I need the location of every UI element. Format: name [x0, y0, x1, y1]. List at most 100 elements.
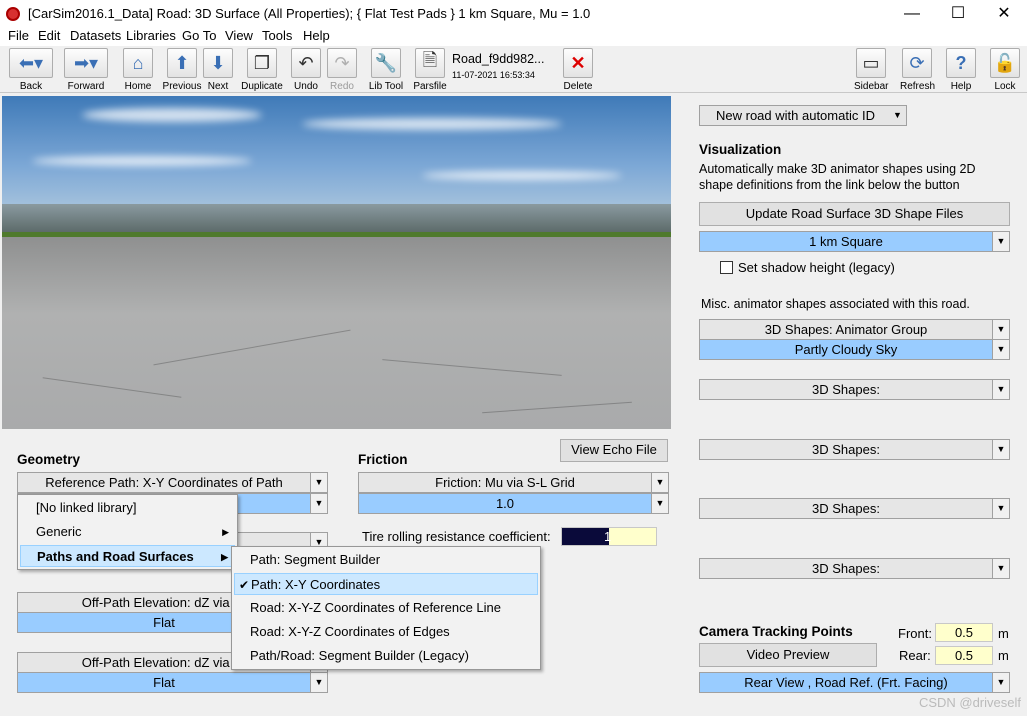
help-button[interactable]: ? Help	[944, 48, 978, 92]
misc-shapes-label: Misc. animator shapes associated with th…	[701, 297, 970, 311]
sidebar-icon: ▭	[856, 48, 886, 78]
library-context-menu: [No linked library] Generic ▶ Paths and R…	[17, 494, 238, 570]
paths-submenu: Path: Segment Builder ✔ Path: X-Y Coordin…	[231, 546, 541, 670]
chevron-down-icon: ▼	[310, 473, 327, 492]
friction-select[interactable]: Friction: Mu via S-L Grid ▼	[358, 472, 669, 493]
menu-file[interactable]: File	[8, 28, 29, 43]
lib-tool-button[interactable]: 🔧 Lib Tool	[366, 48, 406, 92]
submenu-item-xyz-reference-line[interactable]: Road: X-Y-Z Coordinates of Reference Lin…	[234, 597, 538, 619]
chevron-down-icon: ▼	[992, 380, 1009, 399]
undo-button[interactable]: ↶ Undo	[290, 48, 322, 92]
submenu-item-segment-builder-legacy[interactable]: Path/Road: Segment Builder (Legacy)	[234, 645, 538, 667]
menu-item-paths-and-road-surfaces[interactable]: Paths and Road Surfaces ▶	[20, 545, 235, 567]
redo-icon: ↷	[327, 48, 357, 78]
submenu-item-xy-coordinates[interactable]: ✔ Path: X-Y Coordinates	[234, 573, 538, 595]
camera-tracking-heading: Camera Tracking Points	[699, 624, 853, 639]
chevron-down-icon: ▼	[992, 440, 1009, 459]
front-unit: m	[998, 626, 1009, 641]
camera-view-select[interactable]: Rear View , Road Ref. (Frt. Facing) ▼	[699, 672, 1010, 693]
menu-datasets[interactable]: Datasets	[70, 28, 121, 43]
down-arrow-icon: ⬇	[203, 48, 233, 78]
refresh-icon: ⟳	[902, 48, 932, 78]
update-road-surface-button[interactable]: Update Road Surface 3D Shape Files	[699, 202, 1010, 226]
menu-goto[interactable]: Go To	[182, 28, 216, 43]
chevron-down-icon: ▼	[992, 232, 1009, 251]
refresh-button[interactable]: ⟳ Refresh	[900, 48, 935, 92]
sky-link[interactable]: Partly Cloudy Sky ▼	[699, 339, 1010, 360]
shapes-select-1[interactable]: 3D Shapes: ▼	[699, 379, 1010, 400]
duplicate-icon: ❐	[247, 48, 277, 78]
front-label: Front:	[898, 626, 932, 641]
submenu-item-segment-builder[interactable]: Path: Segment Builder	[234, 549, 538, 571]
front-input[interactable]: 0.5	[935, 623, 993, 642]
chevron-down-icon: ▼	[651, 473, 668, 492]
chevron-down-icon: ▼	[889, 106, 906, 125]
chevron-down-icon: ▼	[651, 494, 668, 513]
dataset-date: 11-07-2021 16:53:34	[452, 70, 535, 80]
submenu-item-xyz-edges[interactable]: Road: X-Y-Z Coordinates of Edges	[234, 621, 538, 643]
animator-group-select[interactable]: 3D Shapes: Animator Group ▼	[699, 319, 1010, 340]
road-3d-preview	[2, 96, 671, 429]
delete-x-icon: ✕	[563, 48, 593, 78]
sidebar-button[interactable]: ▭ Sidebar	[854, 48, 888, 92]
shadow-height-checkbox[interactable]	[720, 261, 733, 274]
home-button[interactable]: ⌂ Home	[122, 48, 154, 92]
offpath-elevation-2-link[interactable]: Flat ▼	[17, 672, 328, 693]
shapes-select-2[interactable]: 3D Shapes: ▼	[699, 439, 1010, 460]
back-arrow-icon: ⬅▾	[9, 48, 53, 78]
chevron-down-icon: ▼	[992, 673, 1009, 692]
dataset-name: Road_f9dd982...	[452, 52, 545, 66]
title-bar: [CarSim2016.1_Data] Road: 3D Surface (Al…	[0, 0, 1027, 28]
friction-link[interactable]: 1.0 ▼	[358, 493, 669, 514]
road-surface	[2, 237, 671, 429]
chevron-down-icon: ▼	[992, 340, 1009, 359]
window-title: [CarSim2016.1_Data] Road: 3D Surface (Al…	[28, 6, 591, 21]
reference-path-select[interactable]: Reference Path: X-Y Coordinates of Path ▼	[17, 472, 328, 493]
menu-tools[interactable]: Tools	[262, 28, 292, 43]
lock-icon: 🔓	[990, 48, 1020, 78]
visualization-description-line2: shape definitions from the link below th…	[699, 178, 960, 192]
chevron-down-icon: ▼	[992, 499, 1009, 518]
view-echo-file-button[interactable]: View Echo File	[560, 439, 668, 462]
undo-icon: ↶	[291, 48, 321, 78]
delete-button[interactable]: ✕ Delete	[562, 48, 594, 92]
menu-edit[interactable]: Edit	[38, 28, 60, 43]
shape-file-link[interactable]: 1 km Square ▼	[699, 231, 1010, 252]
minimize-button[interactable]: —	[889, 0, 935, 28]
menu-item-generic[interactable]: Generic ▶	[20, 521, 235, 543]
lock-button[interactable]: 🔓 Lock	[988, 48, 1022, 92]
menu-item-no-linked-library[interactable]: [No linked library]	[20, 497, 235, 519]
chevron-right-icon: ▶	[221, 552, 228, 562]
horizon-hills	[2, 204, 671, 232]
close-button[interactable]: ✕	[981, 0, 1027, 28]
up-arrow-icon: ⬆	[167, 48, 197, 78]
forward-button[interactable]: ➡▾ Forward	[62, 48, 110, 92]
duplicate-button[interactable]: ❐ Duplicate	[240, 48, 284, 92]
home-icon: ⌂	[123, 48, 153, 78]
tire-rolling-resistance-input[interactable]: 1	[561, 527, 657, 546]
rear-input[interactable]: 0.5	[935, 646, 993, 665]
document-icon: 🗎	[415, 48, 445, 78]
new-road-select[interactable]: New road with automatic ID ▼	[699, 105, 907, 126]
parsfile-button[interactable]: 🗎 Parsfile	[412, 48, 448, 92]
previous-button[interactable]: ⬆ Previous	[162, 48, 202, 92]
shapes-select-4[interactable]: 3D Shapes: ▼	[699, 558, 1010, 579]
rear-unit: m	[998, 648, 1009, 663]
tire-rolling-resistance-label: Tire rolling resistance coefficient:	[362, 529, 551, 544]
menu-view[interactable]: View	[225, 28, 253, 43]
menu-help[interactable]: Help	[303, 28, 330, 43]
maximize-button[interactable]: ☐	[935, 0, 981, 28]
question-icon: ?	[946, 48, 976, 78]
watermark: CSDN @driveself	[918, 695, 1021, 710]
menu-libraries[interactable]: Libraries	[126, 28, 176, 43]
chevron-down-icon: ▼	[310, 494, 327, 513]
wrench-icon: 🔧	[371, 48, 401, 78]
back-button[interactable]: ⬅▾ Back	[8, 48, 54, 92]
redo-button[interactable]: ↷ Redo	[326, 48, 358, 92]
chevron-down-icon: ▼	[992, 320, 1009, 339]
shapes-select-3[interactable]: 3D Shapes: ▼	[699, 498, 1010, 519]
next-button[interactable]: ⬇ Next	[202, 48, 234, 92]
friction-heading: Friction	[358, 452, 408, 467]
toolbar: ⬅▾ Back ➡▾ Forward ⌂ Home ⬆ Previous ⬇ Next ❐…	[0, 46, 1027, 93]
video-preview-button[interactable]: Video Preview	[699, 643, 877, 667]
